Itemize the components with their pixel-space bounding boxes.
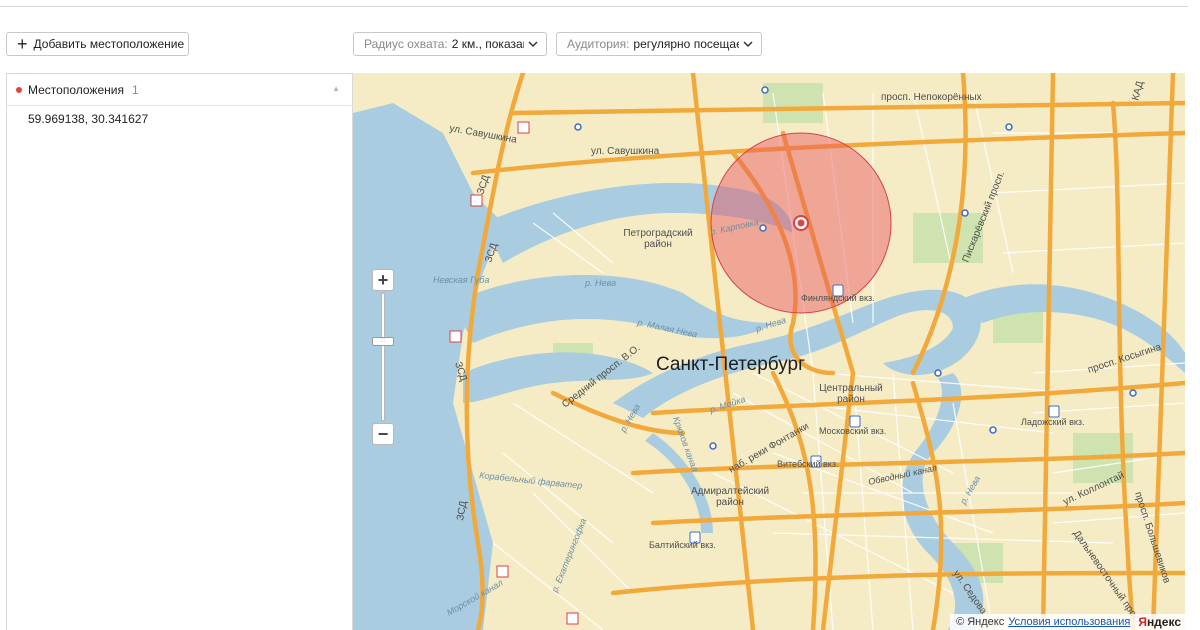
station-moskovsky: Московский вкз.: [819, 426, 886, 436]
station-icon: [1048, 405, 1060, 418]
location-pin-center: [797, 219, 805, 227]
station-baltiysky: Балтийский вкз.: [649, 540, 716, 550]
radius-label: Радиус охвата:: [364, 37, 448, 51]
radius-dropdown[interactable]: Радиус охвата: 2 км., показан: [353, 32, 547, 56]
water-neva-1: р. Нева: [584, 278, 616, 288]
attribution-text: © Яндекс: [956, 616, 1005, 628]
yandex-logo[interactable]: Яндекс: [1138, 615, 1181, 629]
chevron-down-icon: [743, 41, 753, 48]
terms-link[interactable]: Условия использования: [1008, 616, 1130, 628]
district-label-admiralteysky-1: Адмиралтейский: [691, 486, 769, 497]
zoom-slider-handle[interactable]: :::: [372, 337, 394, 346]
district-label-central-2: район: [837, 394, 865, 405]
street-nepokorennykh: просп. Непокорённых: [881, 92, 982, 103]
station-ladozhsky: Ладожский вкз.: [1021, 417, 1085, 427]
locations-count: 1: [131, 82, 139, 97]
water-nevskaya-guba: Невская Губа: [433, 275, 489, 285]
district-label-admiralteysky-2: район: [716, 497, 744, 508]
location-coords[interactable]: 59.969138, 30.341627: [7, 106, 352, 126]
station-finlyandsky: Финляндский вкз.: [801, 293, 875, 303]
audience-value: регулярно посещает: [633, 37, 739, 51]
locations-panel: Местоположения 1 ▲ 59.969138, 30.341627: [6, 73, 353, 630]
chevron-down-icon: [528, 41, 538, 48]
city-label: Санкт-Петербург: [656, 354, 805, 375]
district-label-central-1: Центральный: [819, 383, 883, 394]
add-location-label: Добавить местоположение: [33, 37, 185, 51]
map-canvas[interactable]: Санкт-Петербург Петроградский район Цент…: [353, 73, 1185, 630]
map-attribution: © Яндекс Условия использования Яндекс: [950, 614, 1185, 630]
location-marker-icon: [16, 86, 22, 93]
zoom-out-button[interactable]: −: [372, 423, 394, 445]
locations-title: Местоположения: [28, 82, 124, 97]
district-label-petrogradsky-1: Петроградский: [623, 228, 692, 239]
zoom-in-button[interactable]: +: [372, 269, 394, 291]
yandex-logo-y: Я: [1138, 615, 1147, 629]
map[interactable]: Санкт-Петербург Петроградский район Цент…: [353, 73, 1185, 630]
station-vitebsky: Витебский вкз.: [777, 459, 838, 469]
top-divider: [0, 6, 1188, 7]
collapse-icon[interactable]: ▲: [332, 84, 340, 93]
audience-label: Аудитория:: [567, 37, 630, 51]
locations-header[interactable]: Местоположения 1 ▲: [7, 74, 352, 106]
yandex-logo-rest: ндекс: [1146, 615, 1181, 629]
add-location-button[interactable]: + Добавить местоположение: [6, 32, 189, 56]
radius-value: 2 км., показан: [451, 37, 524, 51]
zoom-slider-track[interactable]: [381, 293, 385, 421]
plus-icon: +: [17, 33, 28, 54]
street-savushkina-2: ул. Савушкина: [591, 146, 660, 157]
district-label-petrogradsky-2: район: [644, 239, 672, 250]
audience-dropdown[interactable]: Аудитория: регулярно посещает: [556, 32, 762, 56]
